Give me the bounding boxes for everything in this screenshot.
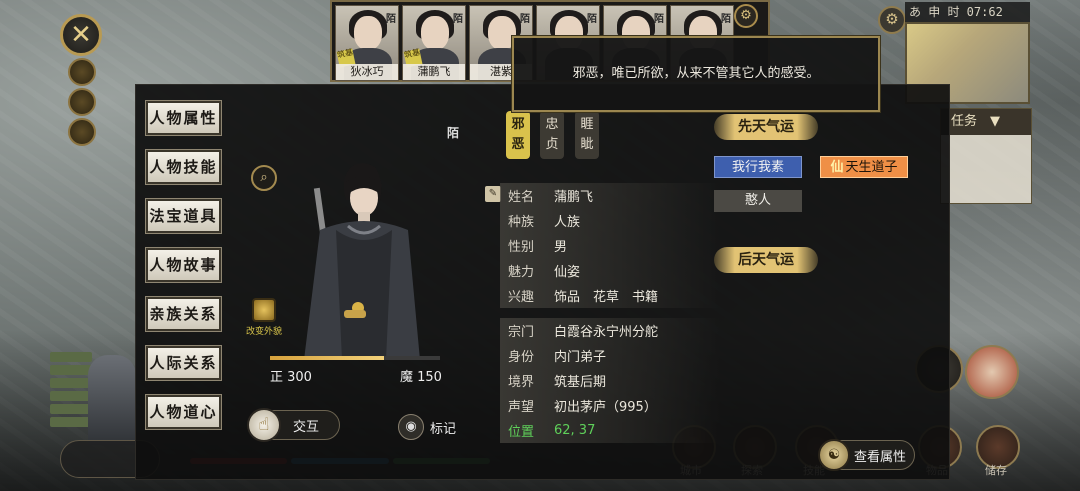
info-value: 内门弟子 [554,350,607,365]
info-row-sect: 宗门 白霞谷永宁州分舵 [500,318,720,343]
storage-label: 储存 [985,464,1007,477]
info-label: 姓名 [508,190,535,205]
info-value: 男 [554,240,568,255]
change-appearance-label: 改变外貌 [245,327,282,337]
relation-tag: 陌 [520,14,530,25]
view-attributes-label: 查看属性 [854,449,907,465]
player-avatar[interactable] [88,355,136,445]
character-portrait [304,163,420,360]
interact-button[interactable]: ☝ 交互 [247,408,340,442]
left-task-list [50,352,92,432]
info-value: 62, 37 [554,423,596,438]
info-label: 声望 [508,400,535,415]
search-icon: ⌕ [260,170,268,185]
menu-item-treasures[interactable]: 法宝道具 [146,199,221,233]
change-appearance-button[interactable]: 改变外貌 [242,298,286,337]
info-row-gender: 性别 男 [500,233,720,258]
info-row-hobbies: 兴趣 饰品 花草 书籍 [500,283,720,308]
relation-tag: 陌 [587,14,597,25]
trait-tooltip: 邪恶，唯已所欲，从来不管其它人的感受。 [512,36,880,112]
info-row-name: 姓名 蒲鹏飞 [500,183,720,208]
quest-title[interactable]: 任务 ▼ [941,109,1031,135]
trait-loyal[interactable]: 忠贞 [540,111,564,159]
immortal-mark-icon: 仙 [830,160,844,175]
fortune-chip[interactable]: 憨人 [714,190,802,212]
info-row-identity: 身份 内门弟子 [500,343,720,368]
zoom-portrait-button[interactable]: ⌕ [251,165,277,191]
close-icon: ✕ [70,20,92,50]
info-value: 饰品 花草 书籍 [554,290,659,305]
righteous-value: 正 300 [270,370,312,385]
menu-item-dao-heart[interactable]: 人物道心 [146,395,221,429]
filter-icon: ⚙ [740,8,752,23]
meditation-icon: ☯ [818,439,850,471]
info-label: 魅力 [508,265,535,280]
menu-item-family[interactable]: 亲族关系 [146,297,221,331]
view-attributes-button[interactable]: ☯ 查看属性 [818,439,915,471]
info-label: 种族 [508,215,535,230]
menu-item-relations[interactable]: 人际关系 [146,346,221,380]
relation-tag: 陌 [386,14,396,25]
settings-button[interactable]: ⚙ [878,6,906,34]
side-dot-icon[interactable] [68,58,96,86]
treasure-chest-icon [252,298,276,322]
info-row-location[interactable]: 位置 62, 37 [500,418,720,443]
ornament-icon[interactable] [965,345,1019,399]
fortune-chip-label: 天生道子 [845,160,898,175]
alignment-fill [270,356,384,360]
info-value: 蒲鹏飞 [554,190,594,205]
info-label: 境界 [508,375,535,390]
relation-tag: 陌 [447,126,460,140]
relation-tag: 陌 [654,14,664,25]
eye-icon: ◉ [398,414,424,440]
close-button[interactable]: ✕ [60,14,102,56]
info-label: 性别 [508,240,535,255]
edit-name-icon[interactable]: ✎ [485,186,501,202]
interact-label: 交互 [293,419,320,435]
info-value: 筑基后期 [554,375,607,390]
menu-item-story[interactable]: 人物故事 [146,248,221,282]
info-label: 身份 [508,350,535,365]
relation-tag: 陌 [453,14,463,25]
info-label: 位置 [508,425,535,440]
gear-icon: ⚙ [885,10,899,28]
time-display: あ 申 时 07:62 08:37 [905,2,1030,39]
portrait-card[interactable]: 陌筑基 狄冰巧 [335,5,399,81]
demonic-value: 魔 150 [400,370,442,385]
portrait-name: 蒲鹏飞 [403,64,465,80]
character-menu: 人物属性 人物技能 法宝道具 人物故事 亲族关系 人际关系 人物道心 [146,101,221,444]
innate-fortune-title: 先天气运 [714,114,818,140]
character-info: 姓名 蒲鹏飞 种族 人族 性别 男 魅力 仙姿 兴趣 饰品 花草 书籍 宗门 白霞谷永宁州分… [500,183,720,443]
side-dot-icon[interactable] [68,88,96,116]
info-row-charm: 魅力 仙姿 [500,258,720,283]
quest-title-label: 任务 [951,114,978,129]
portrait-name: 狄冰巧 [336,64,398,80]
info-label: 兴趣 [508,290,535,305]
trait-vengeful[interactable]: 睚眦 [575,111,599,159]
info-value: 仙姿 [554,265,581,280]
mark-button[interactable]: ◉ 标记 [398,414,462,440]
trait-evil[interactable]: 邪恶 [506,111,530,159]
hand-pointer-icon: ☝ [247,408,281,442]
acquired-fortune-title: 后天气运 [714,247,818,273]
alignment-bar [270,356,440,360]
portrait-card[interactable]: 陌筑基 蒲鹏飞 [402,5,466,81]
info-row-realm: 境界 筑基后期 [500,368,720,393]
menu-item-attributes[interactable]: 人物属性 [146,101,221,135]
quest-panel[interactable]: 任务 ▼ [940,108,1032,204]
side-dot-icon[interactable] [68,118,96,146]
info-value: 初出茅庐（995） [554,400,657,415]
portrait-filter-button[interactable]: ⚙ [734,4,758,28]
info-value: 人族 [554,215,581,230]
fortune-chip[interactable]: 仙天生道子 [820,156,908,178]
info-row-reputation: 声望 初出茅庐（995） [500,393,720,418]
chevron-down-icon: ▼ [990,114,1001,129]
fortune-chip[interactable]: 我行我素 [714,156,802,178]
info-value: 白霞谷永宁州分舵 [554,325,659,340]
relation-tag: 陌 [721,14,731,25]
info-row-race: 种族 人族 [500,208,720,233]
menu-item-skills[interactable]: 人物技能 [146,150,221,184]
mark-label: 标记 [430,421,457,437]
info-label: 宗门 [508,325,535,340]
